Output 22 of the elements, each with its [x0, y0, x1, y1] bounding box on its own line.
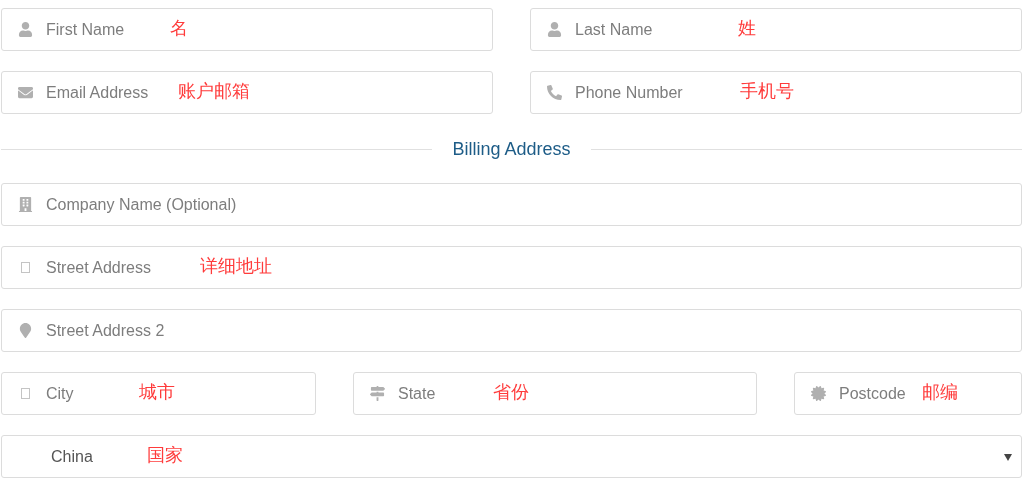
section-title: Billing Address	[452, 139, 571, 160]
annotation-text: 详细地址	[200, 253, 272, 278]
caret-icon	[1004, 454, 1012, 461]
signpost-icon	[369, 386, 386, 401]
annotation-text: 国家	[147, 442, 183, 467]
annotation-text: 姓	[738, 15, 756, 40]
map-marker-icon	[17, 323, 34, 338]
annotation-text: 城市	[139, 379, 175, 404]
user-icon	[17, 22, 34, 37]
annotation-text: 账户邮箱	[178, 78, 250, 103]
phone-icon	[546, 85, 563, 100]
seal-icon	[810, 386, 827, 401]
country-select[interactable]: China 国家	[1, 435, 1022, 478]
envelope-icon	[17, 85, 34, 100]
annotation-text: 名	[170, 15, 188, 40]
annotation-text: 手机号	[740, 78, 794, 103]
user-icon	[546, 22, 563, 37]
annotation-text: 邮编	[922, 379, 958, 404]
building-icon	[17, 197, 34, 212]
text-field[interactable]: Street Address 2	[1, 309, 1022, 352]
annotation-text: 省份	[493, 379, 529, 404]
text-field[interactable]: Company Name (Optional)	[1, 183, 1022, 226]
